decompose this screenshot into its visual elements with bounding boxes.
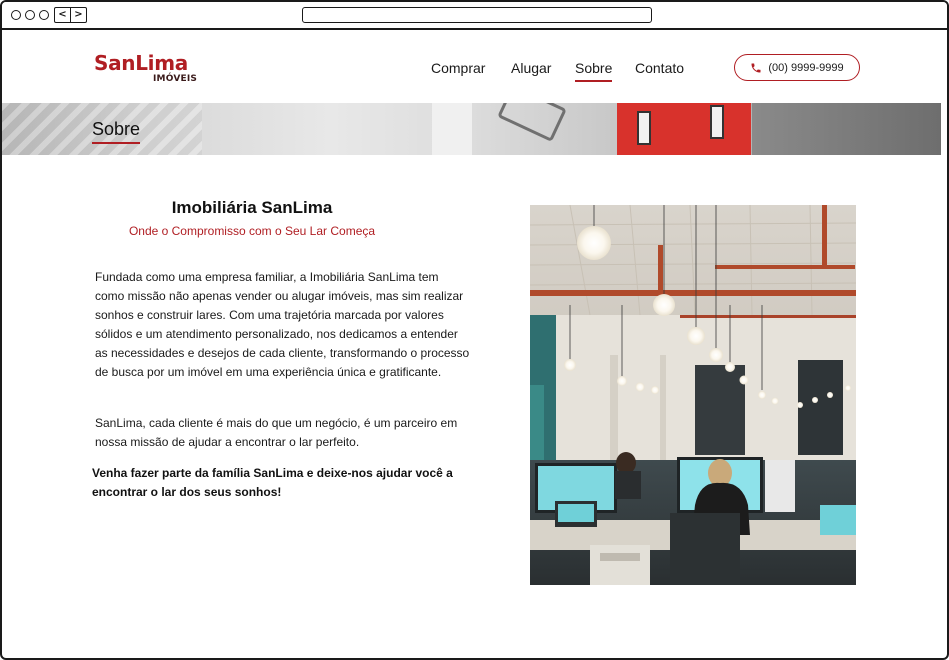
window-minimize-dot[interactable] <box>25 10 35 20</box>
banner-frame <box>710 105 724 139</box>
about-paragraph-1: Fundada como uma empresa familiar, a Imo… <box>95 270 470 379</box>
back-button[interactable]: < <box>55 8 70 22</box>
site-header: SanLima IMÓVEIS Comprar Alugar Sobre Con… <box>2 30 947 103</box>
nav-sobre[interactable]: Sobre <box>575 60 613 82</box>
about-paragraph-2: SanLima, cada cliente é mais do que um n… <box>95 416 458 449</box>
history-buttons: < > <box>54 7 87 23</box>
section-subheading: Onde o Compromisso com o Seu Lar Começa <box>128 224 376 238</box>
nav-contato[interactable]: Contato <box>635 60 684 76</box>
browser-window: < > SanLima IMÓVEIS Comprar Alugar Sobre… <box>0 0 949 660</box>
forward-button[interactable]: > <box>70 8 86 22</box>
banner-wall <box>432 103 472 155</box>
phone-icon <box>751 63 761 72</box>
logo-main-text: SanLima <box>94 51 188 75</box>
phone-number: (00) 9999-9999 <box>768 61 844 74</box>
address-bar[interactable] <box>302 7 652 23</box>
window-close-dot[interactable] <box>11 10 21 20</box>
section-heading: Imobiliária SanLima <box>171 198 333 217</box>
logo-sub-text: IMÓVEIS <box>153 74 198 84</box>
office-photo <box>530 205 856 585</box>
page-title: Sobre <box>92 119 141 144</box>
phone-button[interactable]: (00) 9999-9999 <box>734 54 860 81</box>
page-banner: Sobre <box>2 103 941 155</box>
browser-chrome: < > <box>2 2 947 30</box>
banner-frame <box>637 111 651 145</box>
logo[interactable]: SanLima IMÓVEIS <box>94 52 204 86</box>
window-maximize-dot[interactable] <box>39 10 49 20</box>
banner-lamp <box>497 103 567 142</box>
banner-shadow <box>752 103 941 155</box>
nav-alugar[interactable]: Alugar <box>511 60 551 76</box>
nav-comprar[interactable]: Comprar <box>431 60 485 76</box>
about-paragraph-cta: Venha fazer parte da família SanLima e d… <box>92 466 453 499</box>
